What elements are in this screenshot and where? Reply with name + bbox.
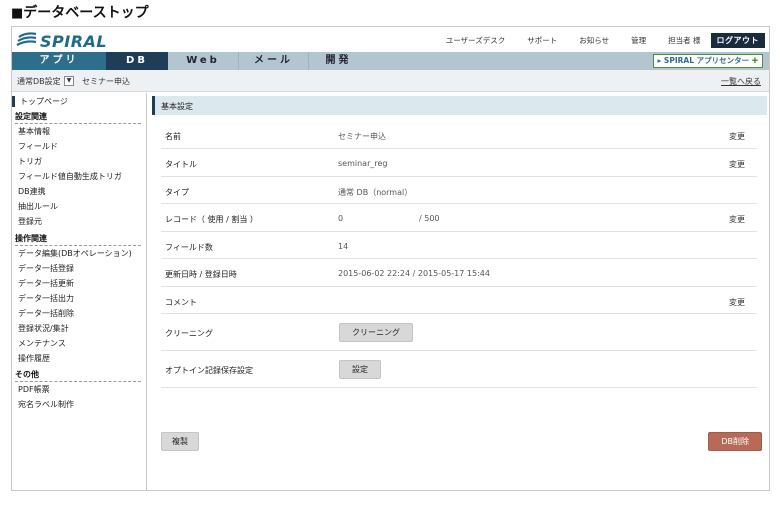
row-value: seminar_reg <box>338 159 388 168</box>
app-center-label: SPIRAL アプリセンター <box>663 56 750 65</box>
sidebar: トップページ 設定関連 基本情報 フィールド トリガ フィールド値自動生成トリガ… <box>12 93 147 491</box>
row-value: 14 <box>338 242 349 251</box>
sidebar-item-bulk-export[interactable]: データ一括出力 <box>18 293 74 304</box>
optin-settings-button[interactable]: 設定 <box>339 360 381 379</box>
sidebar-item-bulk-register[interactable]: データ一括登録 <box>18 263 74 274</box>
tab-web[interactable]: Web <box>168 52 238 70</box>
row-records: レコード（ 使用 / 割当 ） 0 / 500 変更 <box>161 204 757 232</box>
records-allocated: / 500 <box>419 214 440 223</box>
row-field-count: フィールド数 14 <box>161 232 757 259</box>
puzzle-icon: ✚ <box>749 56 758 65</box>
row-dates: 更新日時 / 登録日時 2015-06-02 22:24 / 2015-05-1… <box>161 259 757 287</box>
change-button[interactable]: 変更 <box>729 131 745 142</box>
users-desk-link[interactable]: ユーザーズデスク <box>446 35 505 46</box>
spiral-logo-icon <box>16 32 37 46</box>
sidebar-item-status-summary[interactable]: 登録状況/集計 <box>18 323 69 334</box>
page-title: データベーストップ <box>23 5 149 21</box>
sidebar-group-operations: 操作関連 <box>15 233 141 246</box>
records-used: 0 <box>338 214 344 223</box>
row-label: レコード（ 使用 / 割当 ） <box>165 215 258 224</box>
heading-square-mark: ■ <box>11 6 24 21</box>
row-value: セミナー申込 <box>338 132 386 141</box>
change-button[interactable]: 変更 <box>729 159 745 170</box>
sidebar-group-other: その他 <box>15 369 141 382</box>
row-comment: コメント 変更 <box>161 287 757 314</box>
notices-link[interactable]: お知らせ <box>579 35 609 46</box>
sidebar-item-triggers[interactable]: トリガ <box>18 156 42 167</box>
row-value: 2015-06-02 22:24 / 2015-05-17 15:44 <box>338 269 490 278</box>
logout-button[interactable]: ログアウト <box>710 33 765 48</box>
sidebar-item-maintenance[interactable]: メンテナンス <box>18 338 66 349</box>
user-name: 担当者 様 <box>668 36 701 45</box>
duplicate-button[interactable]: 複製 <box>161 432 199 451</box>
sidebar-item-fields[interactable]: フィールド <box>18 141 58 152</box>
page-heading: ■データベーストップ <box>11 2 149 22</box>
sidebar-item-bulk-update[interactable]: データ一括更新 <box>18 278 74 289</box>
row-optin: オプトイン記録保存設定 設定 <box>161 351 757 388</box>
row-label: コメント <box>165 298 197 307</box>
sidebar-item-history[interactable]: 操作履歴 <box>18 353 50 364</box>
row-value: 通常 DB（normal） <box>338 188 413 197</box>
chevron-down-icon[interactable]: ▼ <box>64 76 74 86</box>
sidebar-item-source[interactable]: 登録元 <box>18 216 42 227</box>
admin-link[interactable]: 管理 <box>631 35 646 46</box>
tab-dev[interactable]: 開発 <box>308 52 368 70</box>
sidebar-item-top[interactable]: トップページ <box>12 96 68 107</box>
sidebar-item-bulk-delete[interactable]: データ一括削除 <box>18 308 74 319</box>
tab-db[interactable]: DB <box>106 52 168 70</box>
row-label: タイトル <box>165 160 197 169</box>
sidebar-item-basic-info[interactable]: 基本情報 <box>18 126 50 137</box>
row-name: 名前 セミナー申込 変更 <box>161 121 757 149</box>
top-links: ユーザーズデスク サポート お知らせ 管理 担当者 様 ログアウト <box>424 33 765 48</box>
db-sub-bar: 通常DB設定 ▼ セミナー申込 一覧へ戻る <box>12 70 769 92</box>
db-name: セミナー申込 <box>82 77 130 86</box>
tab-mail[interactable]: メール <box>238 52 308 70</box>
change-button[interactable]: 変更 <box>729 297 745 308</box>
sidebar-group-settings: 設定関連 <box>15 111 141 124</box>
delete-db-button[interactable]: DB削除 <box>708 432 762 451</box>
row-label: クリーニング <box>165 329 213 338</box>
row-label: フィールド数 <box>165 243 213 252</box>
section-title: 基本設定 <box>161 102 193 111</box>
row-label: 名前 <box>165 132 181 141</box>
app-center-button[interactable]: ▸ SPIRAL アプリセンター ✚ <box>652 54 763 68</box>
row-cleaning: クリーニング クリーニング <box>161 314 757 351</box>
section-header: 基本設定 <box>152 96 767 115</box>
tab-app[interactable]: アプリ <box>12 52 106 70</box>
row-label: オプトイン記録保存設定 <box>165 366 253 375</box>
row-title: タイトル seminar_reg 変更 <box>161 149 757 177</box>
sidebar-item-auto-trigger[interactable]: フィールド値自動生成トリガ <box>18 171 122 182</box>
main-nav: アプリ DB Web メール 開発 ▸ SPIRAL アプリセンター ✚ <box>12 52 769 70</box>
sidebar-item-data-edit[interactable]: データ編集(DBオペレーション) <box>18 248 132 259</box>
app-frame: SPIRAL ユーザーズデスク サポート お知らせ 管理 担当者 様 ログアウト… <box>11 26 770 491</box>
support-link[interactable]: サポート <box>527 35 557 46</box>
sidebar-item-pdf[interactable]: PDF帳票 <box>18 384 50 395</box>
sidebar-item-db-link[interactable]: DB連携 <box>18 186 46 197</box>
back-to-list-link[interactable]: 一覧へ戻る <box>721 76 761 87</box>
sidebar-item-address-label[interactable]: 宛名ラベル制作 <box>18 399 74 410</box>
row-type: タイプ 通常 DB（normal） <box>161 177 757 204</box>
row-label: タイプ <box>165 188 189 197</box>
top-bar: SPIRAL ユーザーズデスク サポート お知らせ 管理 担当者 様 ログアウト <box>12 27 769 52</box>
logo-text: SPIRAL <box>40 32 108 51</box>
db-mode-label: 通常DB設定 <box>17 77 61 86</box>
change-button[interactable]: 変更 <box>729 214 745 225</box>
cleaning-button[interactable]: クリーニング <box>339 323 413 342</box>
row-label: 更新日時 / 登録日時 <box>165 270 237 279</box>
sidebar-item-extract-rules[interactable]: 抽出ルール <box>18 201 58 212</box>
